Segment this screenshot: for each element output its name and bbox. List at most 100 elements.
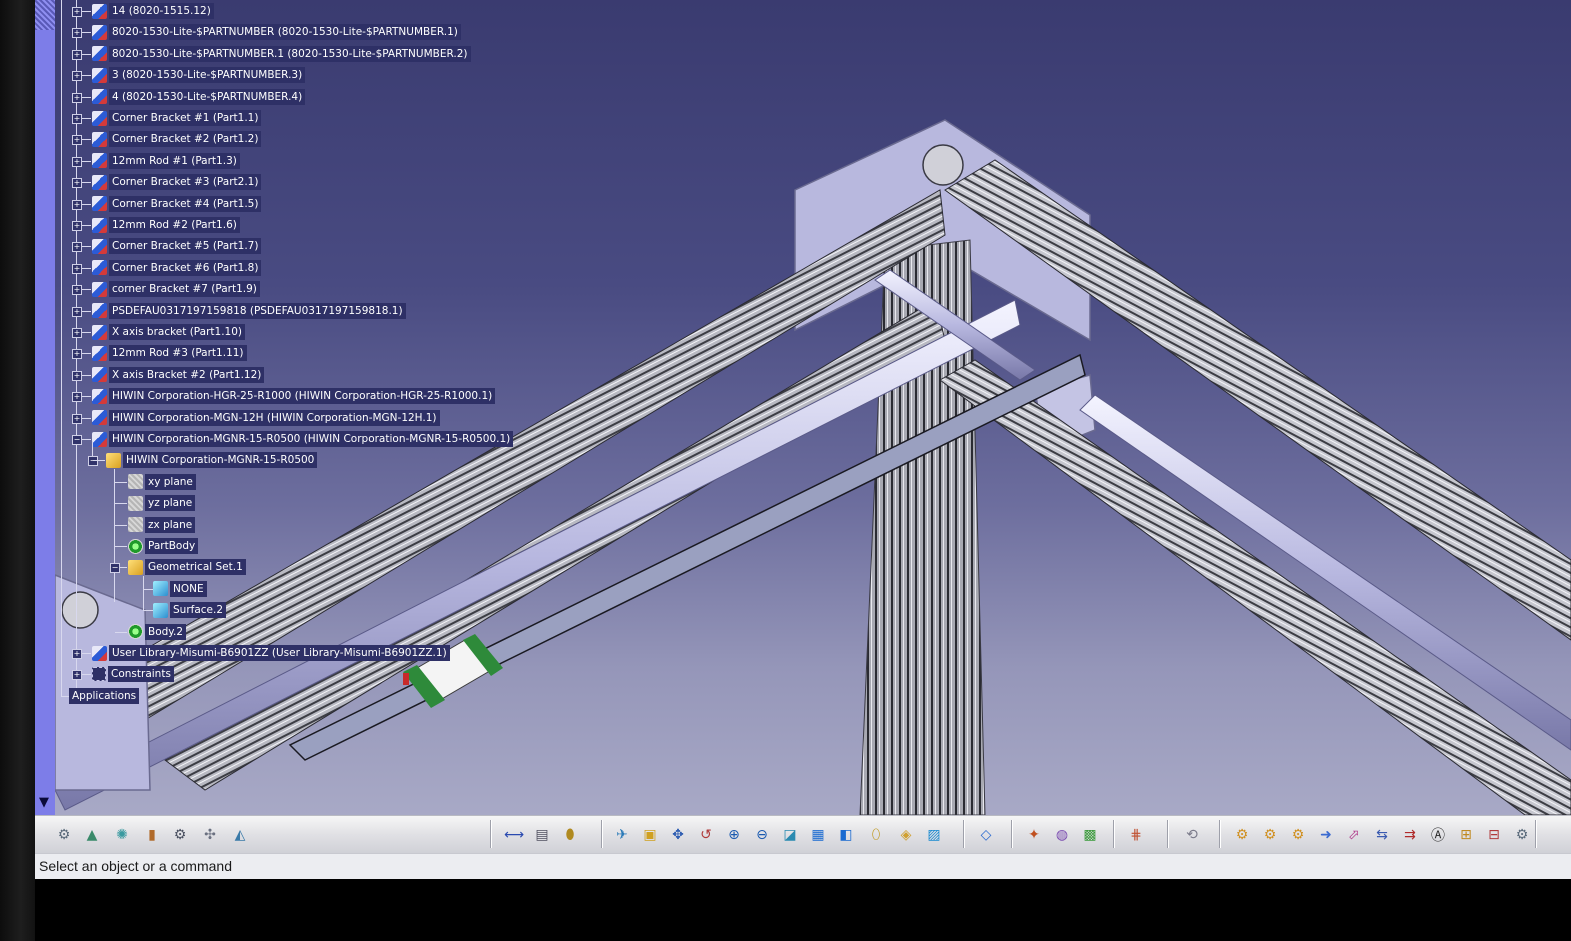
grid-icon[interactable]: ⋕ — [1125, 824, 1147, 846]
tree-item[interactable]: 12mm Rod #3 (Part1.11) — [92, 344, 247, 362]
tree-item[interactable]: 8020-1530-Lite-$PARTNUMBER (8020-1530-Li… — [92, 23, 461, 41]
fly-mode-icon[interactable]: ✈ — [611, 824, 633, 846]
3d-viewport[interactable]: ▼ +14 (8020-1515.12) +8020-1530-Lite-$PAR… — [35, 0, 1571, 815]
tree-item[interactable]: X axis Bracket #2 (Part1.12) — [92, 366, 265, 384]
tree-item[interactable]: 12mm Rod #2 (Part1.6) — [92, 216, 240, 234]
kinematics-icon[interactable]: ✣ — [199, 824, 221, 846]
expand-toggle-icon[interactable]: + — [72, 649, 82, 659]
iso-view-icon[interactable]: ◧ — [835, 824, 857, 846]
tree-item[interactable]: HIWIN Corporation-HGR-25-R1000 (HIWIN Co… — [92, 387, 496, 405]
shading-icon[interactable]: ⬯ — [865, 824, 887, 846]
expand-toggle-icon[interactable]: + — [72, 328, 82, 338]
hide-show-icon[interactable]: ◈ — [895, 824, 917, 846]
plane-icon[interactable]: ◇ — [975, 824, 997, 846]
corner-hub[interactable] — [922, 144, 964, 186]
macro-bottle-icon[interactable]: ⬮ — [559, 824, 581, 846]
tree-item[interactable]: 12mm Rod #1 (Part1.3) — [92, 152, 240, 170]
expand-toggle-icon[interactable]: + — [72, 28, 82, 39]
expand-toggle-icon[interactable]: + — [72, 156, 82, 167]
tree-item[interactable]: HIWIN Corporation-MGNR-15-R0500 (HIWIN C… — [92, 430, 514, 448]
expand-toggle-icon[interactable]: + — [72, 392, 82, 403]
expand-toggle-icon[interactable]: + — [72, 49, 82, 60]
tree-item[interactable]: Corner Bracket #2 (Part1.2) — [92, 130, 262, 148]
print-icon[interactable]: ▤ — [531, 824, 553, 846]
tree-item[interactable]: corner Bracket #7 (Part1.9) — [92, 280, 260, 298]
tree-item-yz[interactable]: yz plane — [128, 494, 196, 512]
expand-toggle-icon[interactable]: + — [72, 285, 82, 296]
tree-item-body2[interactable]: Body.2 — [128, 623, 187, 641]
multi-view-icon[interactable]: ▦ — [807, 824, 829, 846]
gear-cluster-icon[interactable]: ⚙ — [53, 824, 75, 846]
tree-item-xy[interactable]: xy plane — [128, 473, 196, 491]
settings-gear-icon[interactable]: ⚙ — [169, 824, 191, 846]
catalog-icon[interactable]: ▮ — [141, 824, 163, 846]
scroll-thumb[interactable] — [35, 0, 55, 30]
expand-toggle-icon[interactable]: + — [72, 92, 82, 103]
rotate-icon[interactable]: ↺ — [695, 824, 717, 846]
tree-item[interactable]: 14 (8020-1515.12) — [92, 2, 214, 20]
tree-item[interactable]: Corner Bracket #3 (Part2.1) — [92, 173, 262, 191]
expand-toggle-icon[interactable]: + — [72, 306, 82, 317]
expand-toggle-icon[interactable]: + — [72, 349, 82, 360]
specification-tree[interactable]: +14 (8020-1515.12) +8020-1530-Lite-$PARTN… — [55, 0, 575, 710]
expand-toggle-icon[interactable]: − — [110, 563, 120, 574]
tree-item[interactable]: Corner Bracket #1 (Part1.1) — [92, 109, 262, 127]
tree-item[interactable]: PSDEFAU0317197159818 (PSDEFAU03171971598… — [92, 302, 406, 320]
tree-item-partbody[interactable]: PartBody — [128, 537, 199, 555]
expand-toggle-icon[interactable]: + — [72, 178, 82, 189]
drafting-icon[interactable]: ◭ — [229, 824, 251, 846]
existing-component-icon[interactable]: ⚙ — [1259, 824, 1281, 846]
swap-visible-icon[interactable]: ▨ — [923, 824, 945, 846]
zoom-in-icon[interactable]: ⊕ — [723, 824, 745, 846]
expand-toggle-icon[interactable]: + — [72, 413, 82, 424]
expand-toggle-icon[interactable]: − — [72, 435, 82, 445]
fit-all-icon[interactable]: ▣ — [639, 824, 661, 846]
pan-icon[interactable]: ✥ — [667, 824, 689, 846]
expand-toggle-icon[interactable]: + — [72, 670, 82, 681]
explode-icon[interactable]: ⇆ — [1371, 824, 1393, 846]
replace-component-icon[interactable]: ⚙ — [1287, 824, 1309, 846]
color-palette-icon[interactable]: ▩ — [1079, 824, 1101, 846]
snap-icon[interactable]: ⬀ — [1343, 824, 1365, 846]
spiral-icon[interactable]: ⟲ — [1181, 824, 1203, 846]
measure-icon[interactable]: ⟷ — [503, 824, 525, 846]
expand-toggle-icon[interactable]: + — [72, 242, 82, 253]
update-icon[interactable]: ✦ — [1023, 824, 1045, 846]
tree-item[interactable]: 3 (8020-1530-Lite-$PARTNUMBER.3) — [92, 66, 306, 84]
expand-toggle-icon[interactable]: + — [72, 199, 82, 210]
insert-part-icon[interactable]: ⚙ — [1231, 824, 1253, 846]
expand-toggle-icon[interactable]: + — [72, 221, 82, 231]
tree-item[interactable]: 4 (8020-1530-Lite-$PARTNUMBER.4) — [92, 88, 306, 106]
rendering-icon[interactable]: ✺ — [111, 824, 133, 846]
manipulate-icon[interactable]: ➜ — [1315, 824, 1337, 846]
expand-toggle-icon[interactable]: + — [72, 135, 82, 146]
tree-item-user-library[interactable]: User Library-Misumi-B6901ZZ (User Librar… — [92, 644, 450, 662]
expand-toggle-icon[interactable]: + — [72, 370, 82, 381]
normal-view-icon[interactable]: ◪ — [779, 824, 801, 846]
expand-toggle-icon[interactable]: + — [72, 263, 82, 274]
assembly-design-icon[interactable]: ▲ — [81, 824, 103, 846]
expand-toggle-icon[interactable]: + — [72, 7, 82, 17]
scroll-down-arrow-icon[interactable]: ▼ — [39, 796, 49, 810]
material-icon[interactable]: ◍ — [1051, 824, 1073, 846]
tree-item[interactable]: Corner Bracket #6 (Part1.8) — [92, 259, 262, 277]
tree-item-applications[interactable]: Applications — [69, 687, 140, 705]
expand-toggle-icon[interactable]: − — [88, 456, 98, 467]
tree-scroll-strip[interactable]: ▼ — [35, 0, 55, 815]
scene-icon[interactable]: ⊟ — [1483, 824, 1505, 846]
tree-item-geoset[interactable]: Geometrical Set.1 — [128, 558, 246, 576]
bill-of-material-icon[interactable]: ⊞ — [1455, 824, 1477, 846]
tree-item-constraints[interactable]: Constraints — [92, 665, 174, 683]
annotation-icon[interactable]: Ⓐ — [1427, 824, 1449, 846]
tree-item-none[interactable]: NONE — [153, 580, 207, 598]
zoom-out-icon[interactable]: ⊖ — [751, 824, 773, 846]
expand-toggle-icon[interactable]: + — [72, 71, 82, 82]
tree-item[interactable]: HIWIN Corporation-MGN-12H (HIWIN Corpora… — [92, 409, 440, 427]
analysis-icon[interactable]: ⚙ — [1511, 824, 1533, 846]
expand-toggle-icon[interactable]: + — [72, 114, 82, 124]
tree-item-subpart[interactable]: HIWIN Corporation-MGNR-15-R0500 — [106, 451, 318, 469]
tree-item-surface[interactable]: Surface.2 — [153, 601, 227, 619]
tree-item-zx[interactable]: zx plane — [128, 516, 196, 534]
tree-item[interactable]: Corner Bracket #5 (Part1.7) — [92, 237, 262, 255]
tree-item[interactable]: Corner Bracket #4 (Part1.5) — [92, 195, 262, 213]
